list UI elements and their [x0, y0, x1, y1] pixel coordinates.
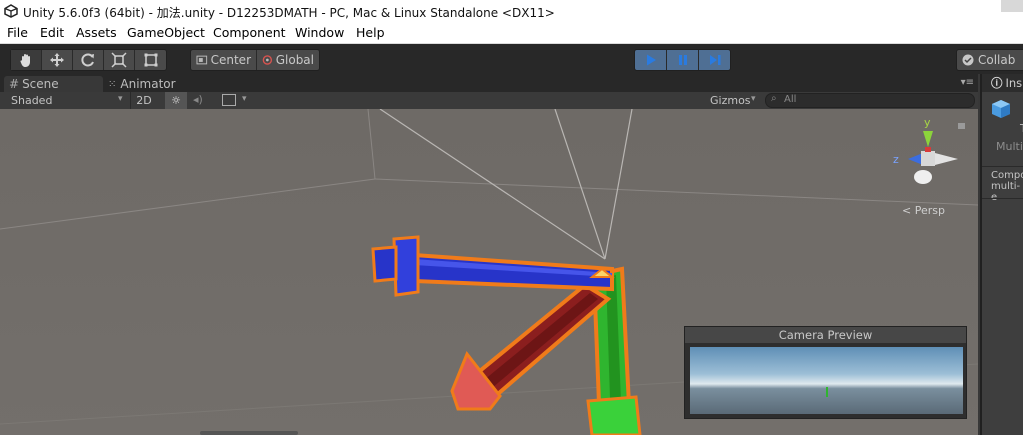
check-circle-icon	[962, 54, 974, 66]
pause-icon	[678, 55, 687, 65]
play-icon	[646, 54, 656, 66]
scene-tab-row: # Scene ⁙ Animator ▾≡	[0, 74, 978, 92]
step-button[interactable]	[699, 50, 730, 70]
hand-tool-button[interactable]	[11, 50, 42, 70]
collab-label: Collab	[978, 53, 1016, 67]
tab-inspector[interactable]: ⓘ Ins	[982, 74, 1023, 92]
menu-help[interactable]: Help	[356, 25, 385, 40]
search-placeholder: All	[784, 94, 797, 105]
audio-toggle-icon[interactable]: ◂)	[193, 93, 203, 106]
move-tool-button[interactable]	[42, 50, 73, 70]
pivot-center-button[interactable]: Center	[191, 50, 257, 70]
gizmo-center-cube[interactable]	[921, 151, 935, 166]
panel-menu-icon[interactable]: ▾≡	[961, 77, 974, 88]
menu-file[interactable]: File	[7, 25, 28, 40]
tab-scene[interactable]: # Scene	[4, 76, 103, 92]
camera-preview-panel: Camera Preview	[684, 326, 967, 419]
scene-viewport[interactable]: y z < Persp Camera Preview	[0, 109, 978, 435]
shading-mode-dropdown[interactable]: Shaded	[11, 94, 52, 107]
menu-window[interactable]: Window	[295, 25, 344, 40]
collab-dropdown[interactable]: Collab	[956, 49, 1023, 71]
gizmo-neg-y[interactable]	[914, 170, 932, 184]
space-global-button[interactable]: Global	[257, 50, 319, 70]
playmode-controls	[634, 49, 731, 71]
persp-label[interactable]: < Persp	[902, 204, 945, 217]
scene-grid-icon: #	[9, 77, 20, 91]
window-control-button[interactable]	[1001, 0, 1023, 12]
menu-edit[interactable]: Edit	[40, 25, 64, 40]
rect-tool-icon	[144, 53, 157, 67]
hand-tool-icon	[20, 54, 30, 67]
tab-animator[interactable]: ⁙ Animator	[108, 76, 188, 92]
tab-animator-label: Animator	[120, 77, 176, 91]
scale-tool-icon	[111, 52, 127, 68]
effects-toggle-icon[interactable]	[222, 94, 236, 106]
preview-green-arm	[826, 387, 828, 397]
inspector-component-label: Compo	[991, 170, 1023, 181]
menu-component[interactable]: Component	[213, 25, 286, 40]
pivot-icon	[196, 55, 208, 65]
scene-view-toolbar: Shaded ▾ 2D ☼ ◂) ▾ Gizmos ▾ ⌕ All	[0, 92, 978, 110]
inspector-divider-2	[982, 198, 1023, 199]
title-bar: Unity 5.6.0f3 (64bit) - 加法.unity - D1225…	[0, 0, 1023, 23]
pivot-label: Center	[210, 53, 251, 67]
horizontal-scrollbar[interactable]	[200, 431, 298, 435]
unity-logo-icon	[4, 4, 18, 18]
effects-chevron-icon: ▾	[242, 94, 247, 104]
rotate-tool-button[interactable]	[73, 50, 104, 70]
tab-inspector-label: Ins	[1005, 76, 1023, 90]
menu-assets[interactable]: Assets	[76, 25, 117, 40]
scale-tool-button[interactable]	[104, 50, 135, 70]
play-button[interactable]	[635, 50, 667, 70]
move-tool-icon	[50, 53, 64, 67]
camera-preview-image	[690, 347, 963, 414]
animator-icon: ⁙	[108, 78, 117, 90]
rotate-tool-icon	[81, 53, 94, 67]
global-icon	[262, 55, 273, 65]
scene-search-input[interactable]: ⌕ All	[765, 93, 975, 108]
lighting-toggle-icon[interactable]: ☼	[165, 92, 187, 109]
pause-button[interactable]	[667, 50, 699, 70]
inspector-panel: ⓘ Ins T Multip Compo multi-e	[980, 74, 1023, 435]
step-icon	[709, 55, 720, 65]
inspector-multi-label: Multip	[996, 140, 1023, 153]
gizmos-chevron-icon: ▾	[751, 94, 756, 104]
camera-preview-title: Camera Preview	[685, 327, 966, 343]
main-toolbar: Center Global Collab	[0, 44, 1023, 74]
gizmo-z-label: z	[893, 153, 899, 166]
lock-icon[interactable]	[958, 123, 965, 129]
inspector-multi-edit-label: multi-e	[991, 181, 1021, 203]
pivot-space-toggles: Center Global	[190, 49, 320, 71]
gameobject-cube-icon	[992, 100, 1010, 118]
inspector-divider	[982, 166, 1023, 167]
rect-tool-button[interactable]	[135, 50, 166, 70]
menu-bar: File Edit Assets GameObject Component Wi…	[0, 23, 1023, 44]
gizmo-x-cap	[925, 147, 931, 152]
tab-scene-label: Scene	[22, 77, 59, 91]
gizmo-y-label: y	[924, 116, 931, 129]
gizmos-dropdown[interactable]: Gizmos	[710, 94, 751, 107]
window-title: Unity 5.6.0f3 (64bit) - 加法.unity - D1225…	[23, 6, 555, 20]
transform-tools	[10, 49, 167, 71]
info-icon: ⓘ	[991, 76, 1003, 90]
menu-gameobject[interactable]: GameObject	[127, 25, 205, 40]
space-label: Global	[275, 53, 314, 67]
2d-toggle[interactable]: 2D	[130, 92, 157, 109]
shading-chevron-icon: ▾	[118, 94, 123, 104]
search-icon: ⌕	[771, 93, 777, 104]
